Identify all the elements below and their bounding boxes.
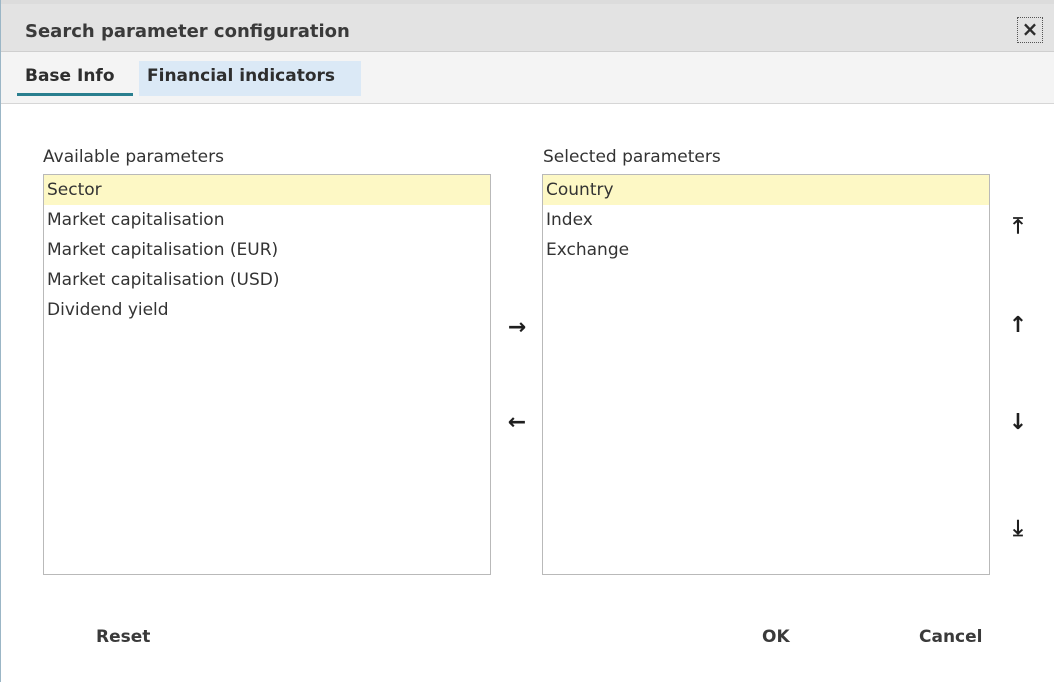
- list-item[interactable]: Market capitalisation (USD): [44, 265, 490, 295]
- reset-button[interactable]: Reset: [96, 620, 150, 654]
- available-parameters-list[interactable]: Sector Market capitalisation Market capi…: [43, 174, 491, 575]
- ok-button[interactable]: OK: [762, 620, 790, 654]
- tab-bar: Base Info Financial indicators: [1, 52, 1054, 104]
- list-item[interactable]: Index: [543, 205, 989, 235]
- move-to-bottom-icon[interactable]: ⤓: [1003, 514, 1033, 544]
- list-item[interactable]: Exchange: [543, 235, 989, 265]
- available-parameters-label: Available parameters: [43, 147, 224, 167]
- list-item[interactable]: Market capitalisation: [44, 205, 490, 235]
- dialog-titlebar: Search parameter configuration ×: [1, 4, 1054, 52]
- dialog-title: Search parameter configuration: [25, 21, 350, 42]
- move-down-icon[interactable]: ↓: [1003, 408, 1033, 438]
- tab-financial-indicators[interactable]: Financial indicators: [139, 61, 361, 96]
- list-item[interactable]: Country: [543, 175, 989, 205]
- list-item[interactable]: Sector: [44, 175, 490, 205]
- tab-base-info[interactable]: Base Info: [17, 61, 133, 96]
- selected-parameters-list[interactable]: Country Index Exchange: [542, 174, 990, 575]
- list-item[interactable]: Dividend yield: [44, 295, 490, 325]
- cancel-button[interactable]: Cancel: [919, 620, 982, 654]
- list-item[interactable]: Market capitalisation (EUR): [44, 235, 490, 265]
- selected-parameters-label: Selected parameters: [543, 147, 721, 167]
- close-icon[interactable]: ×: [1017, 17, 1043, 43]
- search-parameter-dialog: Search parameter configuration × Base In…: [0, 0, 1054, 682]
- move-to-top-icon[interactable]: ⤒: [1003, 212, 1033, 242]
- remove-from-selected-arrow-icon[interactable]: ←: [502, 408, 532, 438]
- move-up-icon[interactable]: ↑: [1003, 311, 1033, 341]
- add-to-selected-arrow-icon[interactable]: →: [502, 313, 532, 343]
